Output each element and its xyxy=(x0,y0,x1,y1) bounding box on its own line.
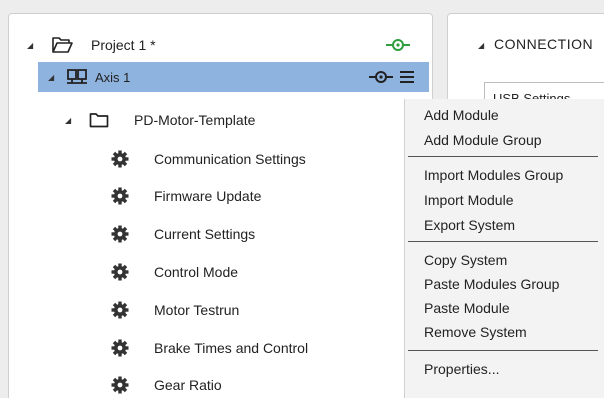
menu-icon[interactable] xyxy=(398,67,416,87)
collapse-arrow-icon[interactable]: ◢ xyxy=(65,116,71,125)
tree-item-module[interactable]: Firmware Update xyxy=(9,181,432,211)
tree-item-module[interactable]: Brake Times and Control xyxy=(9,333,432,363)
tree-item-label: Control Mode xyxy=(154,264,239,280)
tree-item-project[interactable]: ◢ Project 1 * xyxy=(9,30,432,60)
menu-separator xyxy=(408,156,598,157)
axis-icon xyxy=(66,67,88,87)
section-title: CONNECTION xyxy=(494,36,594,52)
gear-icon xyxy=(110,224,130,244)
tree-item-module[interactable]: Motor Testrun xyxy=(9,295,432,325)
tree-item-label: PD-Motor-Template xyxy=(134,112,256,128)
gear-icon xyxy=(110,300,130,320)
gear-icon xyxy=(110,375,130,395)
menu-item-import-module[interactable]: Import Module xyxy=(424,192,513,208)
collapse-arrow-icon[interactable]: ◢ xyxy=(48,73,54,82)
menu-item-add-module-group[interactable]: Add Module Group xyxy=(424,132,542,148)
menu-item-export-system[interactable]: Export System xyxy=(424,217,515,233)
tree-item-module[interactable]: Gear Ratio xyxy=(9,370,432,398)
context-menu: Add Module Add Module Group Import Modul… xyxy=(404,99,604,398)
menu-item-remove-system[interactable]: Remove System xyxy=(424,324,527,340)
project-tree-panel: ◢ Project 1 * ◢ Axis 1 ◢ PD-Motor-Templa… xyxy=(8,13,433,398)
tree-item-template[interactable]: ◢ PD-Motor-Template xyxy=(9,105,432,135)
gear-icon xyxy=(110,186,130,206)
tree-item-label: Communication Settings xyxy=(154,151,306,167)
tree-item-label: Axis 1 xyxy=(95,69,131,85)
tree-item-module[interactable]: Control Mode xyxy=(9,257,432,287)
gear-icon xyxy=(110,149,130,169)
tree-item-label: Firmware Update xyxy=(154,188,262,204)
menu-separator xyxy=(408,350,598,351)
tree-item-label: Brake Times and Control xyxy=(154,340,309,356)
menu-item-properties[interactable]: Properties... xyxy=(424,361,499,377)
gear-icon xyxy=(110,338,130,358)
tree-item-module[interactable]: Communication Settings xyxy=(9,144,432,174)
menu-item-import-modules-group[interactable]: Import Modules Group xyxy=(424,167,563,183)
connection-plug-icon[interactable] xyxy=(368,67,394,87)
tree-item-label: Current Settings xyxy=(154,226,256,242)
collapse-arrow-icon[interactable]: ◢ xyxy=(27,41,33,50)
tree-item-module[interactable]: Current Settings xyxy=(9,219,432,249)
menu-item-paste-modules-group[interactable]: Paste Modules Group xyxy=(424,276,559,292)
tree-item-label: Project 1 * xyxy=(91,37,156,53)
app-window: ◢ Project 1 * ◢ Axis 1 ◢ PD-Motor-Templa… xyxy=(0,0,604,398)
menu-item-add-module[interactable]: Add Module xyxy=(424,107,499,123)
menu-separator xyxy=(408,241,598,242)
tree-item-label: Motor Testrun xyxy=(154,302,240,318)
folder-icon xyxy=(89,110,109,130)
collapse-arrow-icon[interactable]: ◢ xyxy=(478,41,484,50)
menu-item-copy-system[interactable]: Copy System xyxy=(424,252,507,268)
connection-status-icon[interactable] xyxy=(385,35,411,55)
folder-open-icon xyxy=(51,35,73,55)
tree-item-label: Gear Ratio xyxy=(154,377,222,393)
gear-icon xyxy=(110,262,130,282)
tree-item-axis[interactable]: ◢ Axis 1 xyxy=(38,62,429,92)
menu-item-paste-module[interactable]: Paste Module xyxy=(424,300,510,316)
